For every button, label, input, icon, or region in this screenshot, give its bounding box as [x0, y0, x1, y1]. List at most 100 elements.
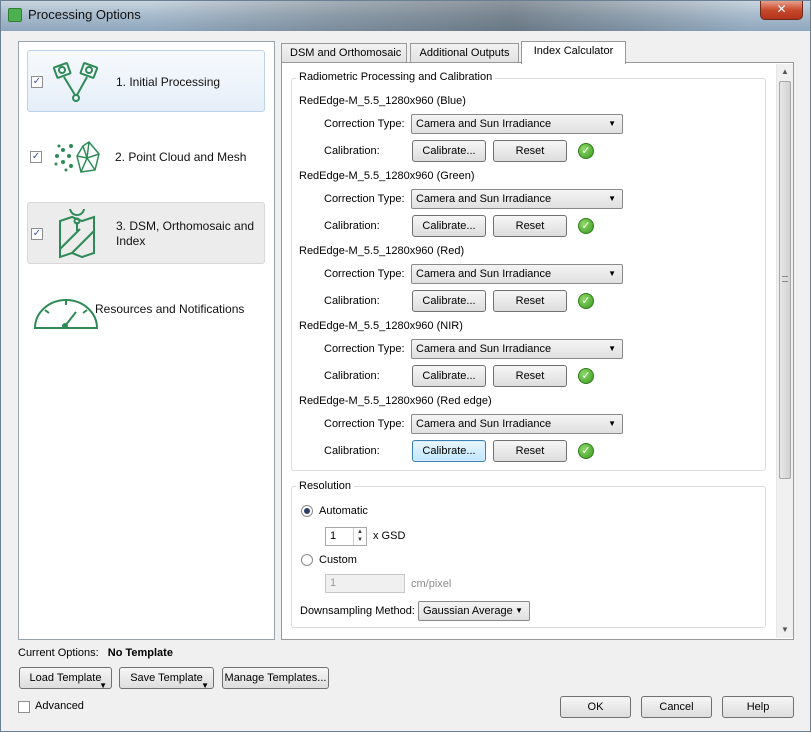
band-blue-calibrate-button[interactable]: Calibrate...	[412, 140, 486, 162]
downsampling-label: Downsampling Method:	[300, 605, 415, 617]
band-rededge-correction-value: Camera and Sun Irradiance	[416, 418, 552, 430]
band-blue-status-check-icon: ✓	[578, 143, 594, 159]
dropdown-arrow-icon: ▼	[99, 681, 107, 690]
custom-radio[interactable]	[301, 554, 313, 566]
band-rededge-status-check-icon: ✓	[578, 443, 594, 459]
advanced-checkbox[interactable]	[18, 701, 30, 713]
scroll-thumb[interactable]	[779, 81, 791, 479]
processing-options-window: Processing Options ✕ ✓ 1. Initial Proces…	[0, 0, 811, 732]
grip-icon	[782, 276, 788, 282]
band-nir-correction-select[interactable]: Camera and Sun Irradiance ▼	[411, 339, 623, 359]
chevron-down-icon: ▼	[608, 269, 616, 278]
band-red-reset-button[interactable]: Reset	[493, 290, 567, 312]
band-nir-status-check-icon: ✓	[578, 368, 594, 384]
step-point-cloud-label: 2. Point Cloud and Mesh	[115, 150, 247, 164]
band-rededge-calibration-label: Calibration:	[324, 445, 380, 457]
tab-additional-outputs[interactable]: Additional Outputs	[410, 43, 519, 63]
band-nir-camera-name: RedEdge-M_5.5_1280x960 (NIR)	[299, 320, 463, 332]
step-resources-label: Resources and Notifications	[95, 302, 245, 316]
band-red-correction-select[interactable]: Camera and Sun Irradiance ▼	[411, 264, 623, 284]
tab-dsm-orthomosaic[interactable]: DSM and Orthomosaic	[281, 43, 407, 63]
step-dsm-orthomosaic[interactable]: ✓ 3. DSM, Orthomosaic and Index	[27, 202, 265, 264]
map-pin-icon	[59, 209, 95, 259]
band-green-camera-name: RedEdge-M_5.5_1280x960 (Green)	[299, 170, 475, 182]
camera-pair-icon	[52, 62, 99, 102]
band-blue-reset-button[interactable]: Reset	[493, 140, 567, 162]
step-dsm-label-line1: 3. DSM, Orthomosaic and	[116, 219, 255, 233]
chevron-down-icon: ▼	[608, 119, 616, 128]
band-green-reset-button[interactable]: Reset	[493, 215, 567, 237]
band-nir-reset-button[interactable]: Reset	[493, 365, 567, 387]
current-options-label: Current Options:	[18, 647, 99, 659]
step-dsm-orthomosaic-label: 3. DSM, Orthomosaic and Index	[116, 219, 254, 249]
load-template-button[interactable]: Load Template ▼	[19, 667, 112, 690]
band-rededge-correction-label: Correction Type:	[324, 418, 405, 430]
spin-arrows-icon[interactable]: ▲ ▼	[353, 528, 366, 545]
custom-label: Custom	[319, 554, 357, 566]
step-initial-processing-label: 1. Initial Processing	[116, 75, 221, 89]
band-rededge-reset-button[interactable]: Reset	[493, 440, 567, 462]
chevron-down-icon: ▼	[608, 344, 616, 353]
band-green-correction-value: Camera and Sun Irradiance	[416, 193, 552, 205]
band-nir-calibrate-button[interactable]: Calibrate...	[412, 365, 486, 387]
radiometric-group-title: Radiometric Processing and Calibration	[296, 71, 496, 83]
title-bar-background	[151, 1, 751, 31]
band-nir-correction-value: Camera and Sun Irradiance	[416, 343, 552, 355]
close-button[interactable]: ✕	[760, 1, 803, 20]
app-icon	[8, 8, 22, 22]
band-rededge-calibrate-button[interactable]: Calibrate...	[412, 440, 486, 462]
gsd-multiplier-value: 1	[330, 530, 337, 542]
tab-index-calculator[interactable]: Index Calculator	[521, 41, 626, 64]
band-red-calibrate-button[interactable]: Calibrate...	[412, 290, 486, 312]
band-red-status-check-icon: ✓	[578, 293, 594, 309]
custom-resolution-input[interactable]: 1	[325, 574, 405, 593]
band-green-correction-label: Correction Type:	[324, 193, 405, 205]
step-resources-notifications[interactable]: Resources and Notifications	[27, 278, 265, 340]
chevron-down-icon: ▼	[608, 194, 616, 203]
manage-templates-button[interactable]: Manage Templates...	[222, 667, 329, 689]
band-green-calibrate-button[interactable]: Calibrate...	[412, 215, 486, 237]
downsampling-select[interactable]: Gaussian Average ▼	[418, 601, 530, 621]
step-initial-processing-checkbox[interactable]: ✓	[31, 76, 43, 88]
cancel-button[interactable]: Cancel	[641, 696, 712, 718]
title-bar[interactable]: Processing Options ✕	[1, 1, 810, 31]
band-green-correction-select[interactable]: Camera and Sun Irradiance ▼	[411, 189, 623, 209]
automatic-label: Automatic	[319, 505, 368, 517]
band-green-status-check-icon: ✓	[578, 218, 594, 234]
step-dsm-label-line2: Index	[116, 234, 146, 248]
point-cloud-icon	[54, 141, 100, 173]
resolution-group-title: Resolution	[296, 480, 354, 492]
step-point-cloud[interactable]: ✓ 2. Point Cloud and Mesh	[27, 126, 265, 188]
save-template-label: Save Template	[130, 672, 203, 684]
ok-button[interactable]: OK	[560, 696, 631, 718]
step-dsm-orthomosaic-checkbox[interactable]: ✓	[31, 228, 43, 240]
band-rededge-camera-name: RedEdge-M_5.5_1280x960 (Red edge)	[299, 395, 492, 407]
step-list-panel: ✓ 1. Initial Processing ✓ 2. Point Cloud…	[18, 41, 275, 640]
automatic-radio[interactable]	[301, 505, 313, 517]
band-blue-correction-value: Camera and Sun Irradiance	[416, 118, 552, 130]
step-point-cloud-checkbox[interactable]: ✓	[30, 151, 42, 163]
scroll-up-arrow-icon[interactable]: ▲	[777, 64, 793, 80]
band-red-correction-value: Camera and Sun Irradiance	[416, 268, 552, 280]
save-template-button[interactable]: Save Template ▼	[119, 667, 214, 690]
scroll-down-arrow-icon[interactable]: ▼	[777, 622, 793, 638]
band-blue-correction-label: Correction Type:	[324, 118, 405, 130]
chevron-down-icon: ▼	[515, 606, 523, 615]
current-options-value: No Template	[107, 647, 173, 659]
load-template-label: Load Template	[29, 672, 102, 684]
gsd-unit-label: x GSD	[373, 530, 406, 542]
band-blue-camera-name: RedEdge-M_5.5_1280x960 (Blue)	[299, 95, 466, 107]
custom-unit-label: cm/pixel	[411, 578, 452, 590]
band-green-calibration-label: Calibration:	[324, 220, 380, 232]
vertical-scrollbar[interactable]: ▲ ▼	[776, 64, 793, 638]
advanced-label: Advanced	[35, 700, 84, 712]
current-options: Current Options: No Template	[18, 647, 173, 659]
band-rededge-correction-select[interactable]: Camera and Sun Irradiance ▼	[411, 414, 623, 434]
band-red-camera-name: RedEdge-M_5.5_1280x960 (Red)	[299, 245, 465, 257]
help-button[interactable]: Help	[722, 696, 794, 718]
gsd-multiplier-spinbox[interactable]: 1 ▲ ▼	[325, 527, 367, 546]
step-initial-processing[interactable]: ✓ 1. Initial Processing	[27, 50, 265, 112]
band-red-correction-label: Correction Type:	[324, 268, 405, 280]
band-blue-correction-select[interactable]: Camera and Sun Irradiance ▼	[411, 114, 623, 134]
chevron-down-icon: ▼	[608, 419, 616, 428]
